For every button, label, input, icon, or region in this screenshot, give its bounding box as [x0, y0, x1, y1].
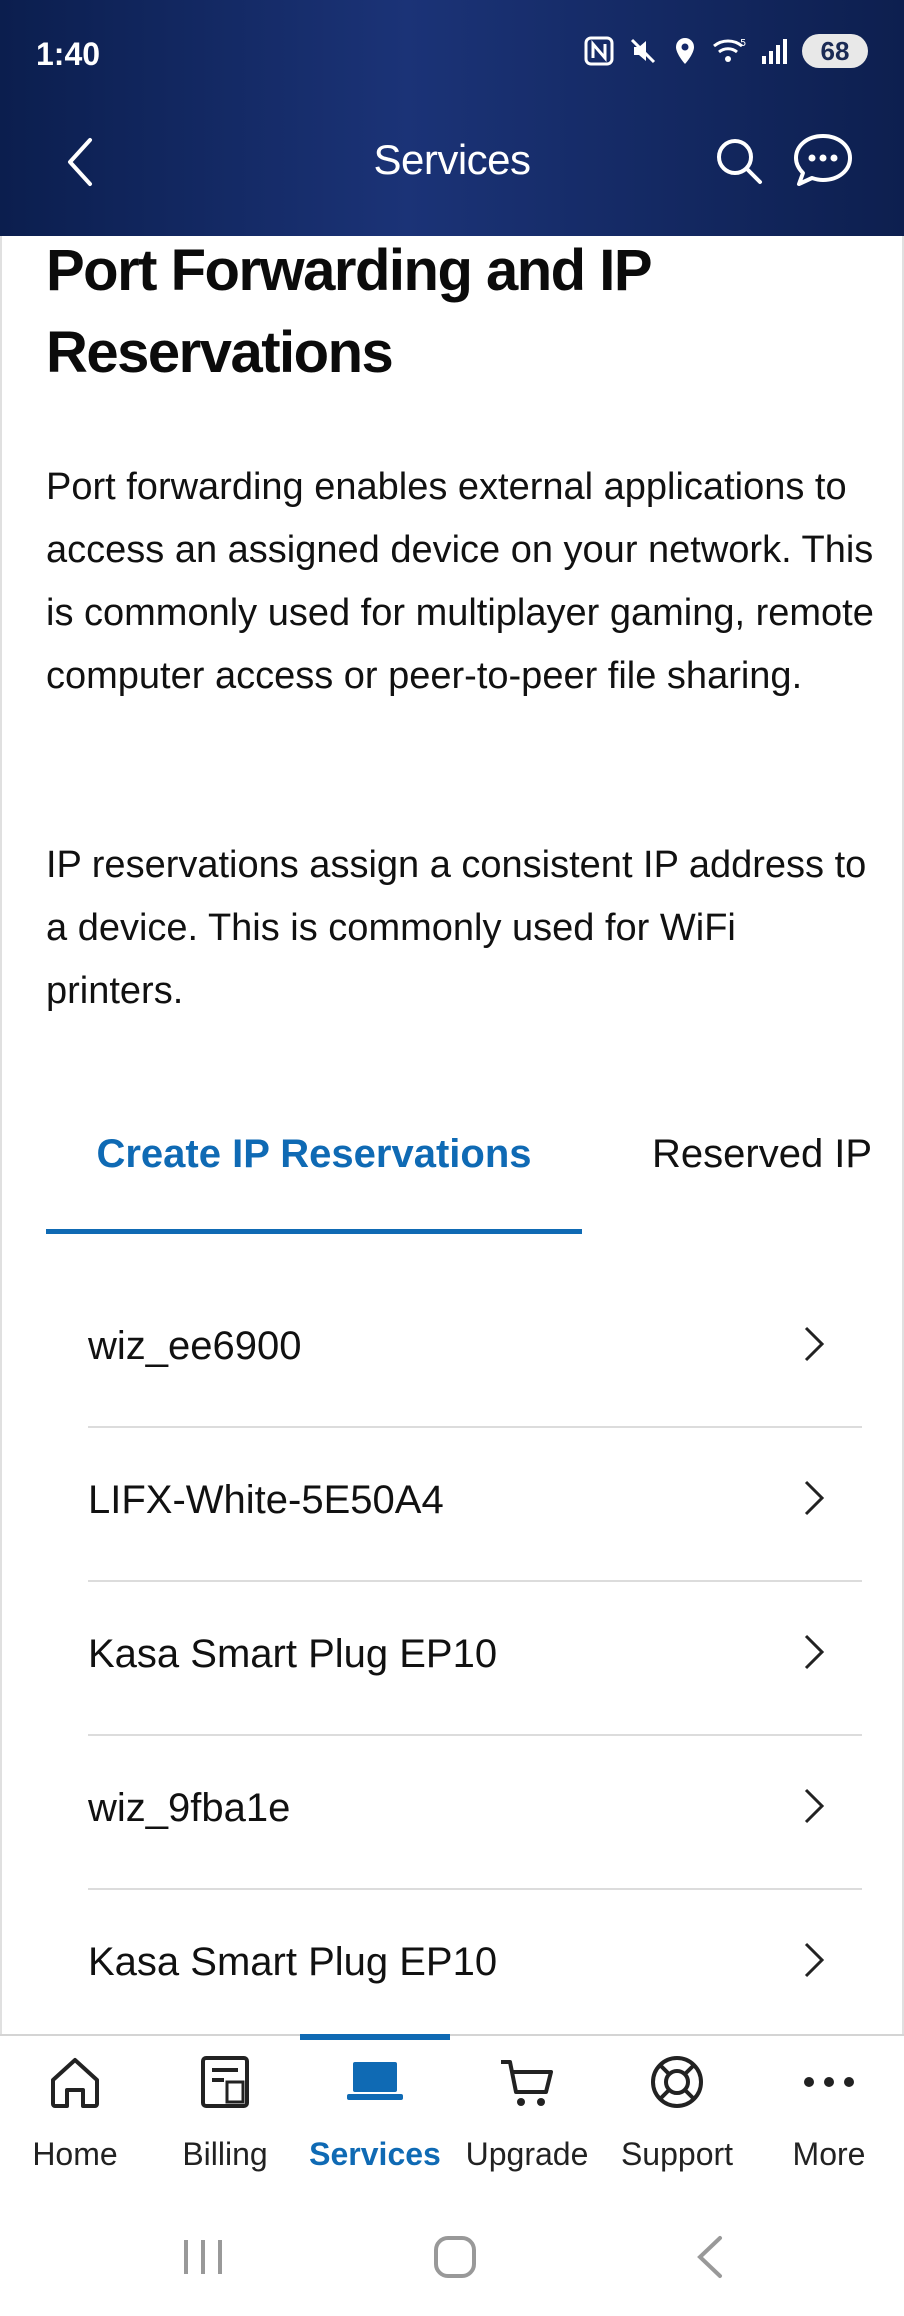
location-icon	[676, 38, 694, 64]
device-list: wiz_ee6900 LIFX-White-5E50A4 Kasa Smart …	[88, 1274, 862, 2034]
nav-home[interactable]: Home	[0, 2036, 150, 2206]
cart-icon	[501, 2060, 553, 2106]
device-name: LIFX-White-5E50A4	[88, 1478, 444, 1522]
nav-label: Services	[309, 2136, 441, 2172]
home-icon	[51, 2058, 99, 2108]
list-item[interactable]: wiz_9fba1e	[88, 1736, 862, 1890]
device-name: wiz_9fba1e	[88, 1786, 291, 1830]
home-button-icon[interactable]	[432, 2234, 478, 2280]
svg-text:5: 5	[740, 38, 746, 49]
tab-label: Create IP Reservations	[96, 1132, 532, 1176]
mute-icon	[630, 38, 656, 64]
page-title: Services	[373, 136, 531, 183]
device-name: Kasa Smart Plug EP10	[88, 1940, 498, 1984]
nav-billing[interactable]: Billing	[150, 2036, 300, 2206]
nav-more[interactable]: More	[754, 2036, 904, 2206]
billing-icon	[201, 2056, 249, 2108]
list-item[interactable]: wiz_ee6900	[88, 1274, 862, 1428]
nav-bar: Services	[0, 120, 904, 204]
lifebuoy-icon	[651, 2056, 703, 2108]
chevron-right-icon	[804, 1480, 825, 1516]
tab-create-ip-reservations[interactable]: Create IP Reservations	[46, 1116, 582, 1236]
battery-level: 68	[820, 35, 850, 66]
tab-reserved-ip[interactable]: Reserved IP	[652, 1132, 872, 1177]
nav-upgrade[interactable]: Upgrade	[452, 2036, 602, 2206]
chevron-right-icon	[804, 1942, 825, 1978]
chat-icon[interactable]	[792, 132, 854, 188]
tab-bar: Create IP Reservations Reserved IP	[46, 1116, 902, 1236]
nav-services[interactable]: Services	[300, 2034, 450, 2206]
nfc-icon	[584, 36, 614, 66]
nav-label: Billing	[182, 2136, 268, 2172]
list-item[interactable]: LIFX-White-5E50A4	[88, 1428, 862, 1582]
nav-label: Home	[32, 2136, 118, 2172]
system-back-icon[interactable]	[690, 2234, 730, 2280]
nav-label: Support	[620, 2136, 734, 2172]
search-icon[interactable]	[714, 136, 764, 186]
battery-icon: 68	[802, 34, 868, 68]
chevron-right-icon	[804, 1634, 825, 1670]
signal-icon	[762, 39, 787, 64]
section-heading: Port Forwarding and IP Reservations	[46, 238, 651, 385]
nav-label: More	[792, 2136, 866, 2172]
list-item[interactable]: Kasa Smart Plug EP10	[88, 1890, 862, 2034]
app-header: 1:40 5 68 Services	[0, 0, 904, 236]
ip-reservation-description: IP reservations assign a consistent IP a…	[46, 844, 867, 1012]
chevron-right-icon	[804, 1788, 825, 1824]
status-time: 1:40	[36, 36, 101, 72]
laptop-icon	[347, 2062, 403, 2100]
device-name: wiz_ee6900	[88, 1324, 302, 1368]
recent-apps-icon[interactable]	[180, 2234, 226, 2280]
active-tab-indicator	[46, 1229, 582, 1234]
device-name: Kasa Smart Plug EP10	[88, 1632, 498, 1676]
wifi-icon: 5	[713, 38, 746, 62]
nav-support[interactable]: Support	[602, 2036, 752, 2206]
active-nav-indicator	[300, 2034, 450, 2040]
status-icons: 5 68	[584, 34, 868, 68]
system-nav-bar	[0, 2204, 904, 2316]
chevron-right-icon	[804, 1326, 825, 1362]
port-forwarding-description: Port forwarding enables external applica…	[46, 466, 874, 697]
main-content: Port Forwarding and IP Reservations Port…	[0, 236, 904, 2034]
list-item[interactable]: Kasa Smart Plug EP10	[88, 1582, 862, 1736]
more-icon	[804, 2077, 854, 2087]
bottom-nav: Home Billing Services Upgrade Support Mo…	[0, 2034, 904, 2204]
status-bar: 1:40 5 68	[36, 34, 868, 82]
nav-label: Upgrade	[465, 2136, 589, 2172]
